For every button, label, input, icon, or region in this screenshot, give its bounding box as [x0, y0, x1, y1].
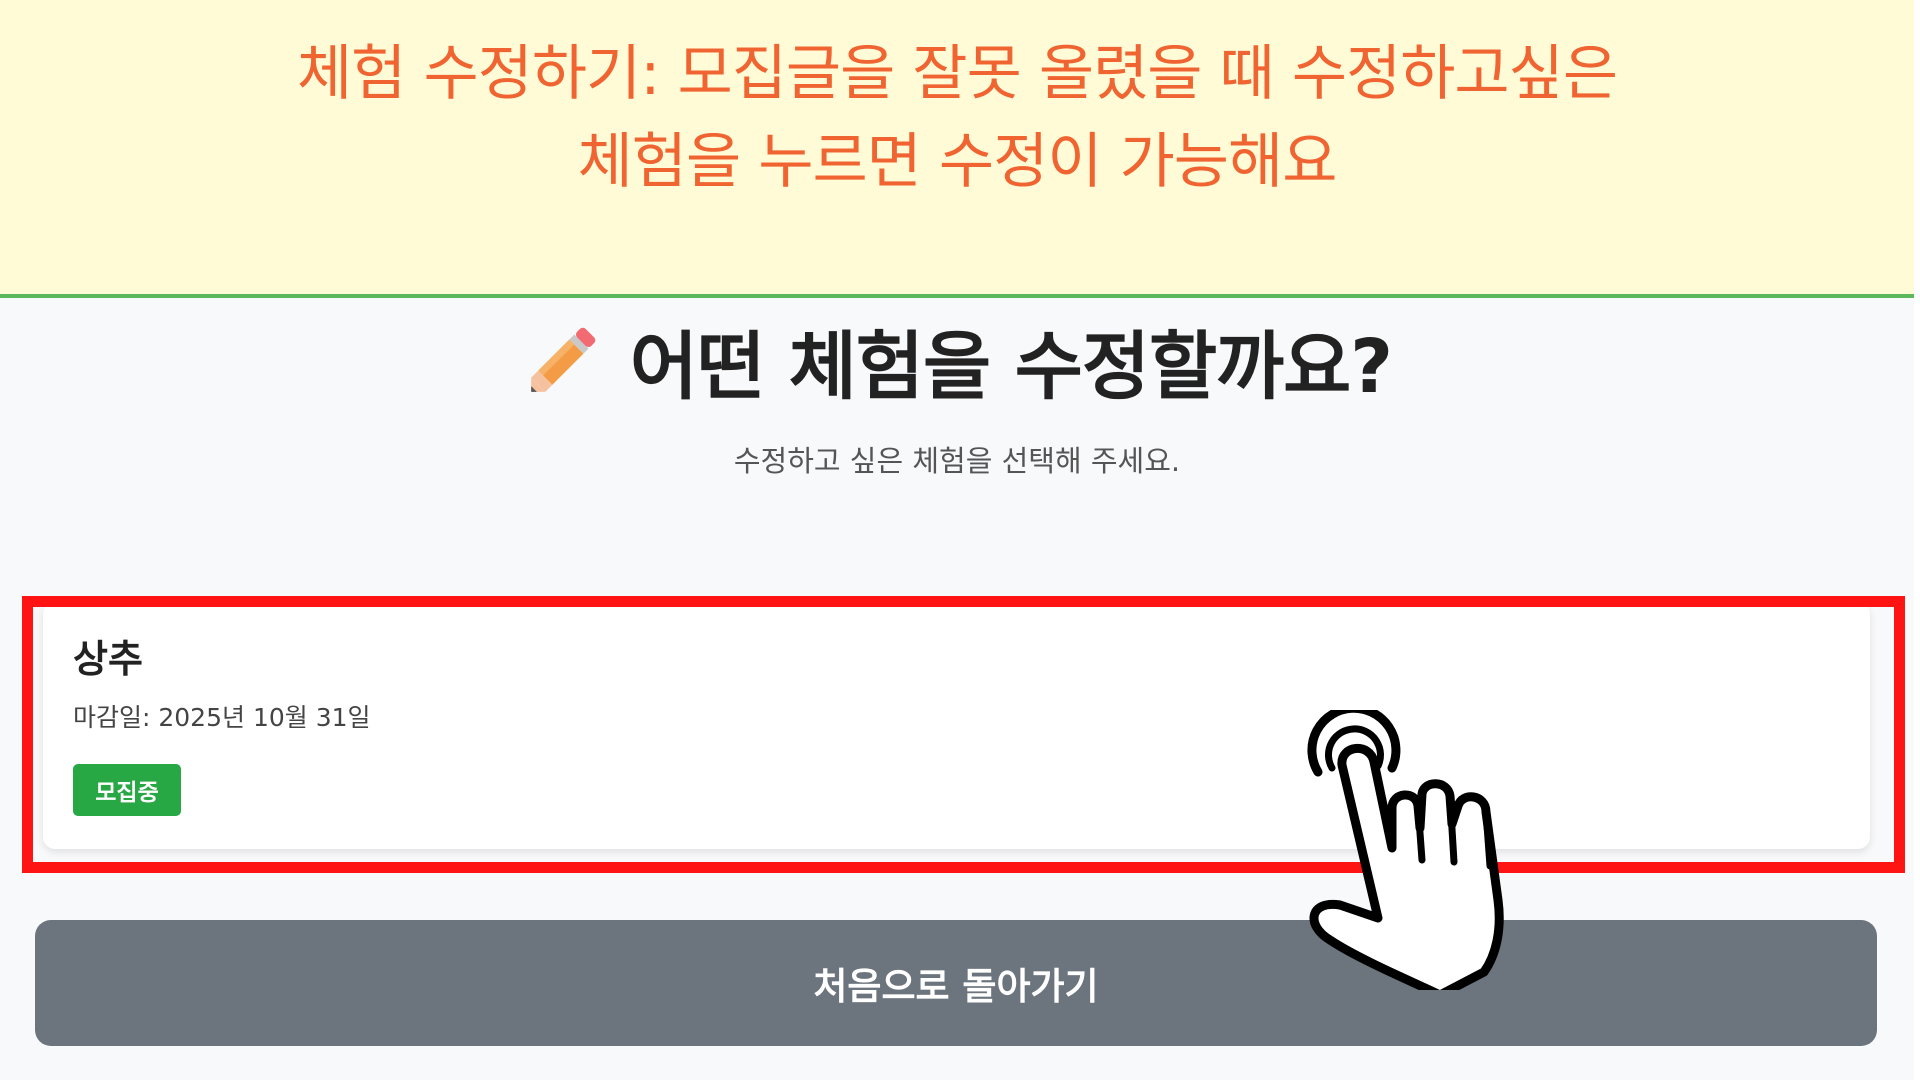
experience-title: 상추 [73, 637, 143, 681]
back-to-home-button[interactable]: 처음으로 돌아가기 [35, 920, 1877, 1046]
status-badge: 모집중 [73, 764, 181, 816]
guide-banner: 체험 수정하기: 모집글을 잘못 올렸을 때 수정하고싶은 체험을 누르면 수정… [0, 0, 1914, 298]
page-title: 어떤 체험을 수정할까요? [0, 310, 1914, 410]
pencil-icon [522, 319, 604, 401]
experience-deadline: 마감일: 2025년 10월 31일 [73, 703, 371, 732]
guide-text-line-2: 체험을 누르면 수정이 가능해요 [577, 127, 1338, 197]
guide-text-line-1: 체험 수정하기: 모집글을 잘못 올렸을 때 수정하고싶은 [296, 39, 1618, 109]
page-heading: 어떤 체험을 수정할까요? [629, 323, 1393, 410]
screen: 체험 수정하기: 모집글을 잘못 올렸을 때 수정하고싶은 체험을 누르면 수정… [0, 0, 1920, 1080]
experience-card[interactable]: 상추 마감일: 2025년 10월 31일 모집중 [43, 602, 1870, 849]
page-subtitle: 수정하고 싶은 체험을 선택해 주세요. [733, 444, 1181, 478]
edit-experience-page: 어떤 체험을 수정할까요? 수정하고 싶은 체험을 선택해 주세요. 상추 마감… [0, 298, 1914, 1080]
pointing-hand-icon [1307, 710, 1504, 990]
